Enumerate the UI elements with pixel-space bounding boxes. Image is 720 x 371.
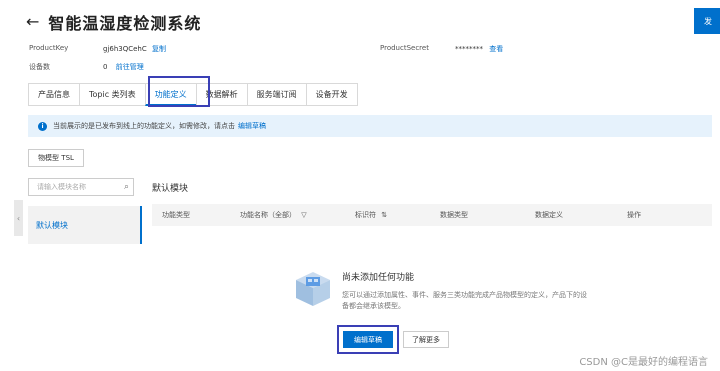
device-count-label: 设备数 [29,63,50,71]
filter-icon[interactable]: ▽ [301,211,306,219]
module-title: 默认模块 [152,184,189,194]
column-function-name-label: 功能名称（全部） [240,211,296,219]
product-secret-value: ******** [455,45,483,53]
column-identifier[interactable]: 标识符 ⇅ [355,210,387,220]
manage-devices-link[interactable]: 前往管理 [116,63,144,71]
module-list-item[interactable]: 默认模块 [28,206,142,244]
empty-state-title: 尚未添加任何功能 [342,273,415,283]
info-icon: i [38,121,47,131]
product-key-label: ProductKey [29,44,69,52]
page-title: 智能温湿度检测系统 [48,14,202,33]
column-data-definition: 数据定义 [535,211,563,219]
back-arrow-icon[interactable]: ← [26,14,39,30]
copy-link[interactable]: 复制 [152,45,166,53]
edit-button-highlight-box [337,325,399,354]
notice-text: 当前展示的是已发布到线上的功能定义，如需修改，请点击 [53,122,235,130]
tab-highlight-box [148,76,210,107]
column-actions: 操作 [627,211,641,219]
product-key-value: gj6h3QCehC [103,45,147,53]
tab-server-subscription[interactable]: 服务端订阅 [246,83,306,106]
device-count-row: 0 前往管理 [103,62,144,72]
page-header: ← 智能温湿度检测系统 [26,8,201,36]
tab-topic-list[interactable]: Topic 类列表 [79,83,145,106]
column-data-type: 数据类型 [440,211,468,219]
empty-state-description: 您可以通过添加属性、事件、服务三类功能完成产品物模型的定义，产品下的设备都会继承… [342,291,587,310]
column-function-name[interactable]: 功能名称（全部） ▽ [240,210,307,220]
module-search-placeholder: 请输入模块名称 [37,183,86,191]
product-secret-row: ******** 查看 [455,44,503,54]
learn-more-button[interactable]: 了解更多 [403,331,449,348]
view-secret-link[interactable]: 查看 [489,45,503,53]
product-key-row: gj6h3QCehC 复制 [103,44,166,54]
column-function-type: 功能类型 [162,211,190,219]
search-icon[interactable]: ⌕ [124,182,129,192]
collapse-sidebar-handle[interactable]: ‹ [14,200,23,236]
device-count-value: 0 [103,63,108,71]
watermark: CSDN @C是最好的编程语言 [579,357,708,368]
notice-banner: i 当前展示的是已发布到线上的功能定义，如需修改，请点击 编辑草稿 [28,115,712,137]
tab-device-development[interactable]: 设备开发 [305,83,358,106]
column-identifier-label: 标识符 [355,211,376,219]
module-search-input[interactable]: 请输入模块名称 ⌕ [28,178,134,196]
publish-button[interactable]: 发 [694,8,720,34]
tab-product-info[interactable]: 产品信息 [28,83,79,106]
tsl-button[interactable]: 物模型 TSL [28,149,84,167]
edit-draft-link[interactable]: 编辑草稿 [238,121,266,131]
product-secret-label: ProductSecret [380,44,429,52]
chevron-left-icon: ‹ [16,213,21,223]
sort-icon[interactable]: ⇅ [381,211,387,219]
table-header: 功能类型 功能名称（全部） ▽ 标识符 ⇅ 数据类型 数据定义 操作 [152,204,712,226]
empty-box-icon [296,272,330,306]
